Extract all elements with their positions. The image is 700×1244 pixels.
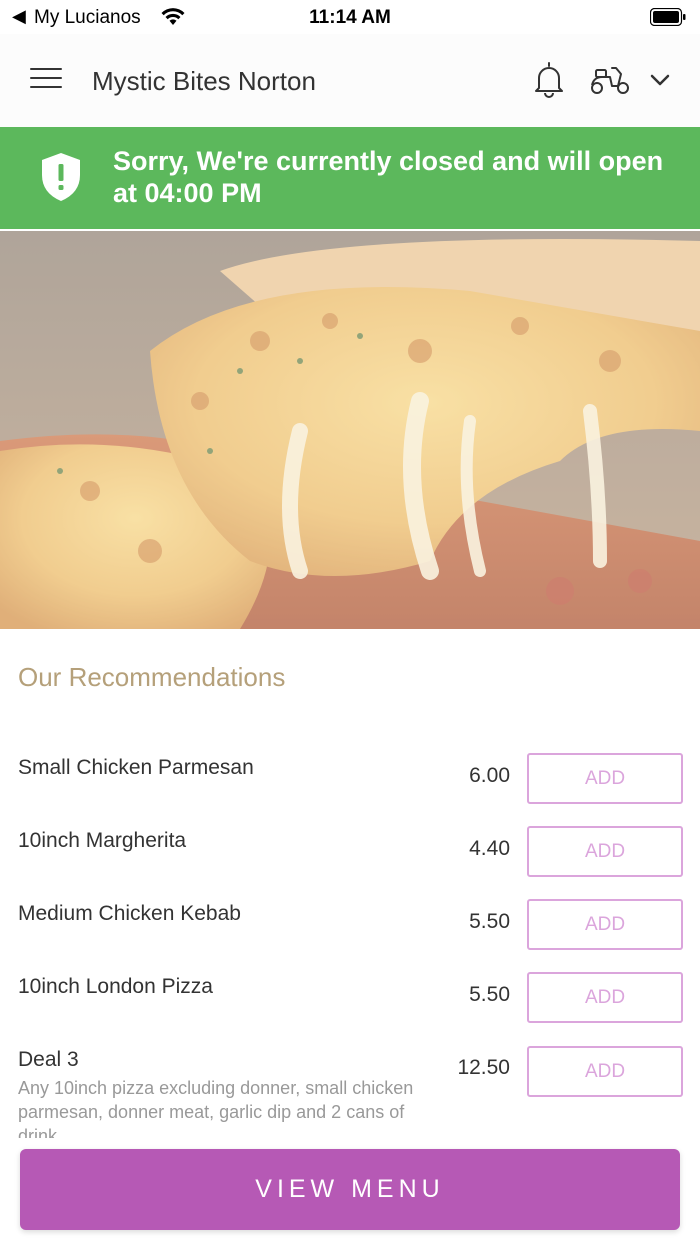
bell-icon[interactable]: [532, 60, 566, 98]
list-item: 10inch London Pizza 5.50 ADD: [0, 972, 700, 1046]
store-closed-message: Sorry, We're currently closed and will o…: [113, 146, 664, 208]
add-button[interactable]: ADD: [527, 826, 683, 877]
item-price: 5.50: [469, 910, 510, 933]
list-item: Small Chicken Parmesan 6.00 ADD: [0, 753, 700, 827]
item-name: Medium Chicken Kebab: [18, 902, 241, 925]
hero-pizza-image: [0, 231, 700, 629]
item-price: 5.50: [469, 983, 510, 1006]
scooter-icon[interactable]: [588, 64, 632, 96]
store-title: Mystic Bites Norton: [92, 66, 316, 96]
list-item: 10inch Margherita 4.40 ADD: [0, 826, 700, 900]
view-menu-button[interactable]: VIEW MENU: [20, 1149, 680, 1230]
recommendations-heading: Our Recommendations: [18, 662, 286, 692]
battery-icon: [650, 8, 686, 26]
clock: 11:14 AM: [309, 7, 391, 28]
item-price: 6.00: [469, 764, 510, 787]
hamburger-menu-icon[interactable]: [30, 68, 62, 92]
add-button[interactable]: ADD: [527, 1046, 683, 1097]
item-name: Small Chicken Parmesan: [18, 756, 254, 779]
item-price: 12.50: [457, 1056, 510, 1079]
item-name: Deal 3: [18, 1048, 79, 1071]
status-bar: ◀ My Lucianos 11:14 AM: [0, 0, 700, 34]
item-name: 10inch London Pizza: [18, 975, 213, 998]
app-header: Mystic Bites Norton: [0, 34, 700, 127]
shield-exclamation-icon: [42, 153, 80, 201]
add-button[interactable]: ADD: [527, 972, 683, 1023]
list-item: Deal 3 Any 10inch pizza excluding donner…: [0, 1046, 700, 1138]
store-closed-banner: Sorry, We're currently closed and will o…: [0, 127, 700, 229]
item-name: 10inch Margherita: [18, 829, 187, 852]
chevron-down-icon[interactable]: [648, 70, 672, 90]
item-description: Any 10inch pizza excluding donner, small…: [18, 1078, 414, 1138]
list-item: Medium Chicken Kebab 5.50 ADD: [0, 899, 700, 973]
add-button[interactable]: ADD: [527, 753, 683, 804]
item-price: 4.40: [469, 837, 510, 860]
add-button[interactable]: ADD: [527, 899, 683, 950]
